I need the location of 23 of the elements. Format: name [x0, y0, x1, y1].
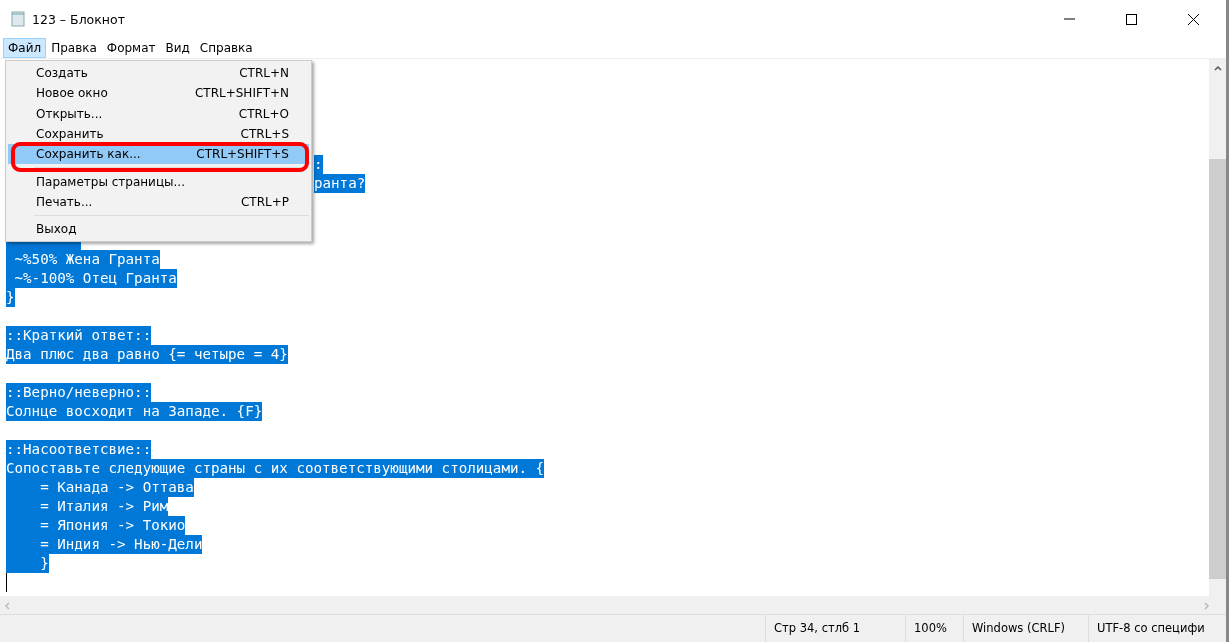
- status-field: 100%: [905, 615, 963, 642]
- menu-item[interactable]: Новое окно CTRL+SHIFT+N: [8, 83, 309, 104]
- menu-item[interactable]: Выход: [8, 219, 309, 240]
- status-field: Стр 34, стлб 1: [765, 615, 905, 642]
- maximize-icon[interactable]: [1125, 13, 1137, 25]
- window-title: 123 – Блокнот: [32, 11, 126, 27]
- menu-item[interactable]: Сохранить CTRL+S: [8, 123, 309, 145]
- menu-item[interactable]: Параметры страницы...: [8, 171, 309, 192]
- menu-bar-item[interactable]: Правка: [46, 38, 102, 58]
- close-icon[interactable]: [1187, 13, 1199, 25]
- scrollbar-thumb[interactable]: [1209, 159, 1226, 579]
- menu-bar-item[interactable]: Файл: [3, 38, 47, 58]
- menu-item[interactable]: Открыть... CTRL+O: [8, 103, 309, 124]
- minimize-icon[interactable]: [1063, 18, 1075, 20]
- scroll-up-icon[interactable]: [1213, 65, 1222, 71]
- menu-bar-item[interactable]: Вид: [160, 38, 195, 58]
- menu-bar-item[interactable]: Формат: [101, 38, 161, 58]
- notepad-icon: [10, 11, 26, 27]
- menu-item[interactable]: Создать CTRL+N: [8, 63, 309, 84]
- menu-item[interactable]: Печать... CTRL+P: [8, 191, 309, 213]
- status-field: UTF-8 со специфи: [1088, 615, 1226, 642]
- status-field: Windows (CRLF): [963, 615, 1088, 642]
- menu-bar-item[interactable]: Справка: [194, 38, 258, 58]
